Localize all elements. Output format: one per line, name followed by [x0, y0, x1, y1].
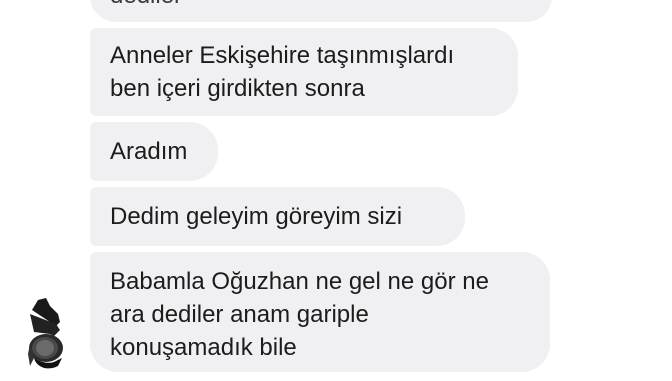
message-bubble[interactable]: Aradım	[90, 122, 218, 181]
message-text: ara dediler anam gariple	[110, 301, 369, 328]
message-text: ben içeri girdikten sonra	[110, 75, 365, 102]
avatar-icon	[28, 298, 63, 369]
message-bubble[interactable]: Dedim geleyim göreyim sizi	[90, 187, 465, 246]
message-bubble[interactable]: Babamla Oğuzhan ne gel ne gör ne ara ded…	[90, 252, 550, 372]
avatar-icon[interactable]	[20, 296, 72, 376]
message-bubble[interactable]: dediler	[90, 0, 552, 22]
message-text: Aradım	[110, 138, 188, 165]
message-text: Anneler Eskişehire taşınmışlardı	[110, 42, 455, 69]
message-text: Dedim geleyim göreyim sizi	[110, 203, 403, 230]
message-text: konuşamadık bile	[110, 334, 297, 361]
message-text: dediler	[110, 0, 182, 12]
message-text: Babamla Oğuzhan ne gel ne gör ne	[110, 268, 489, 295]
message-bubble[interactable]: Anneler Eskişehire taşınmışlardı ben içe…	[90, 28, 518, 116]
